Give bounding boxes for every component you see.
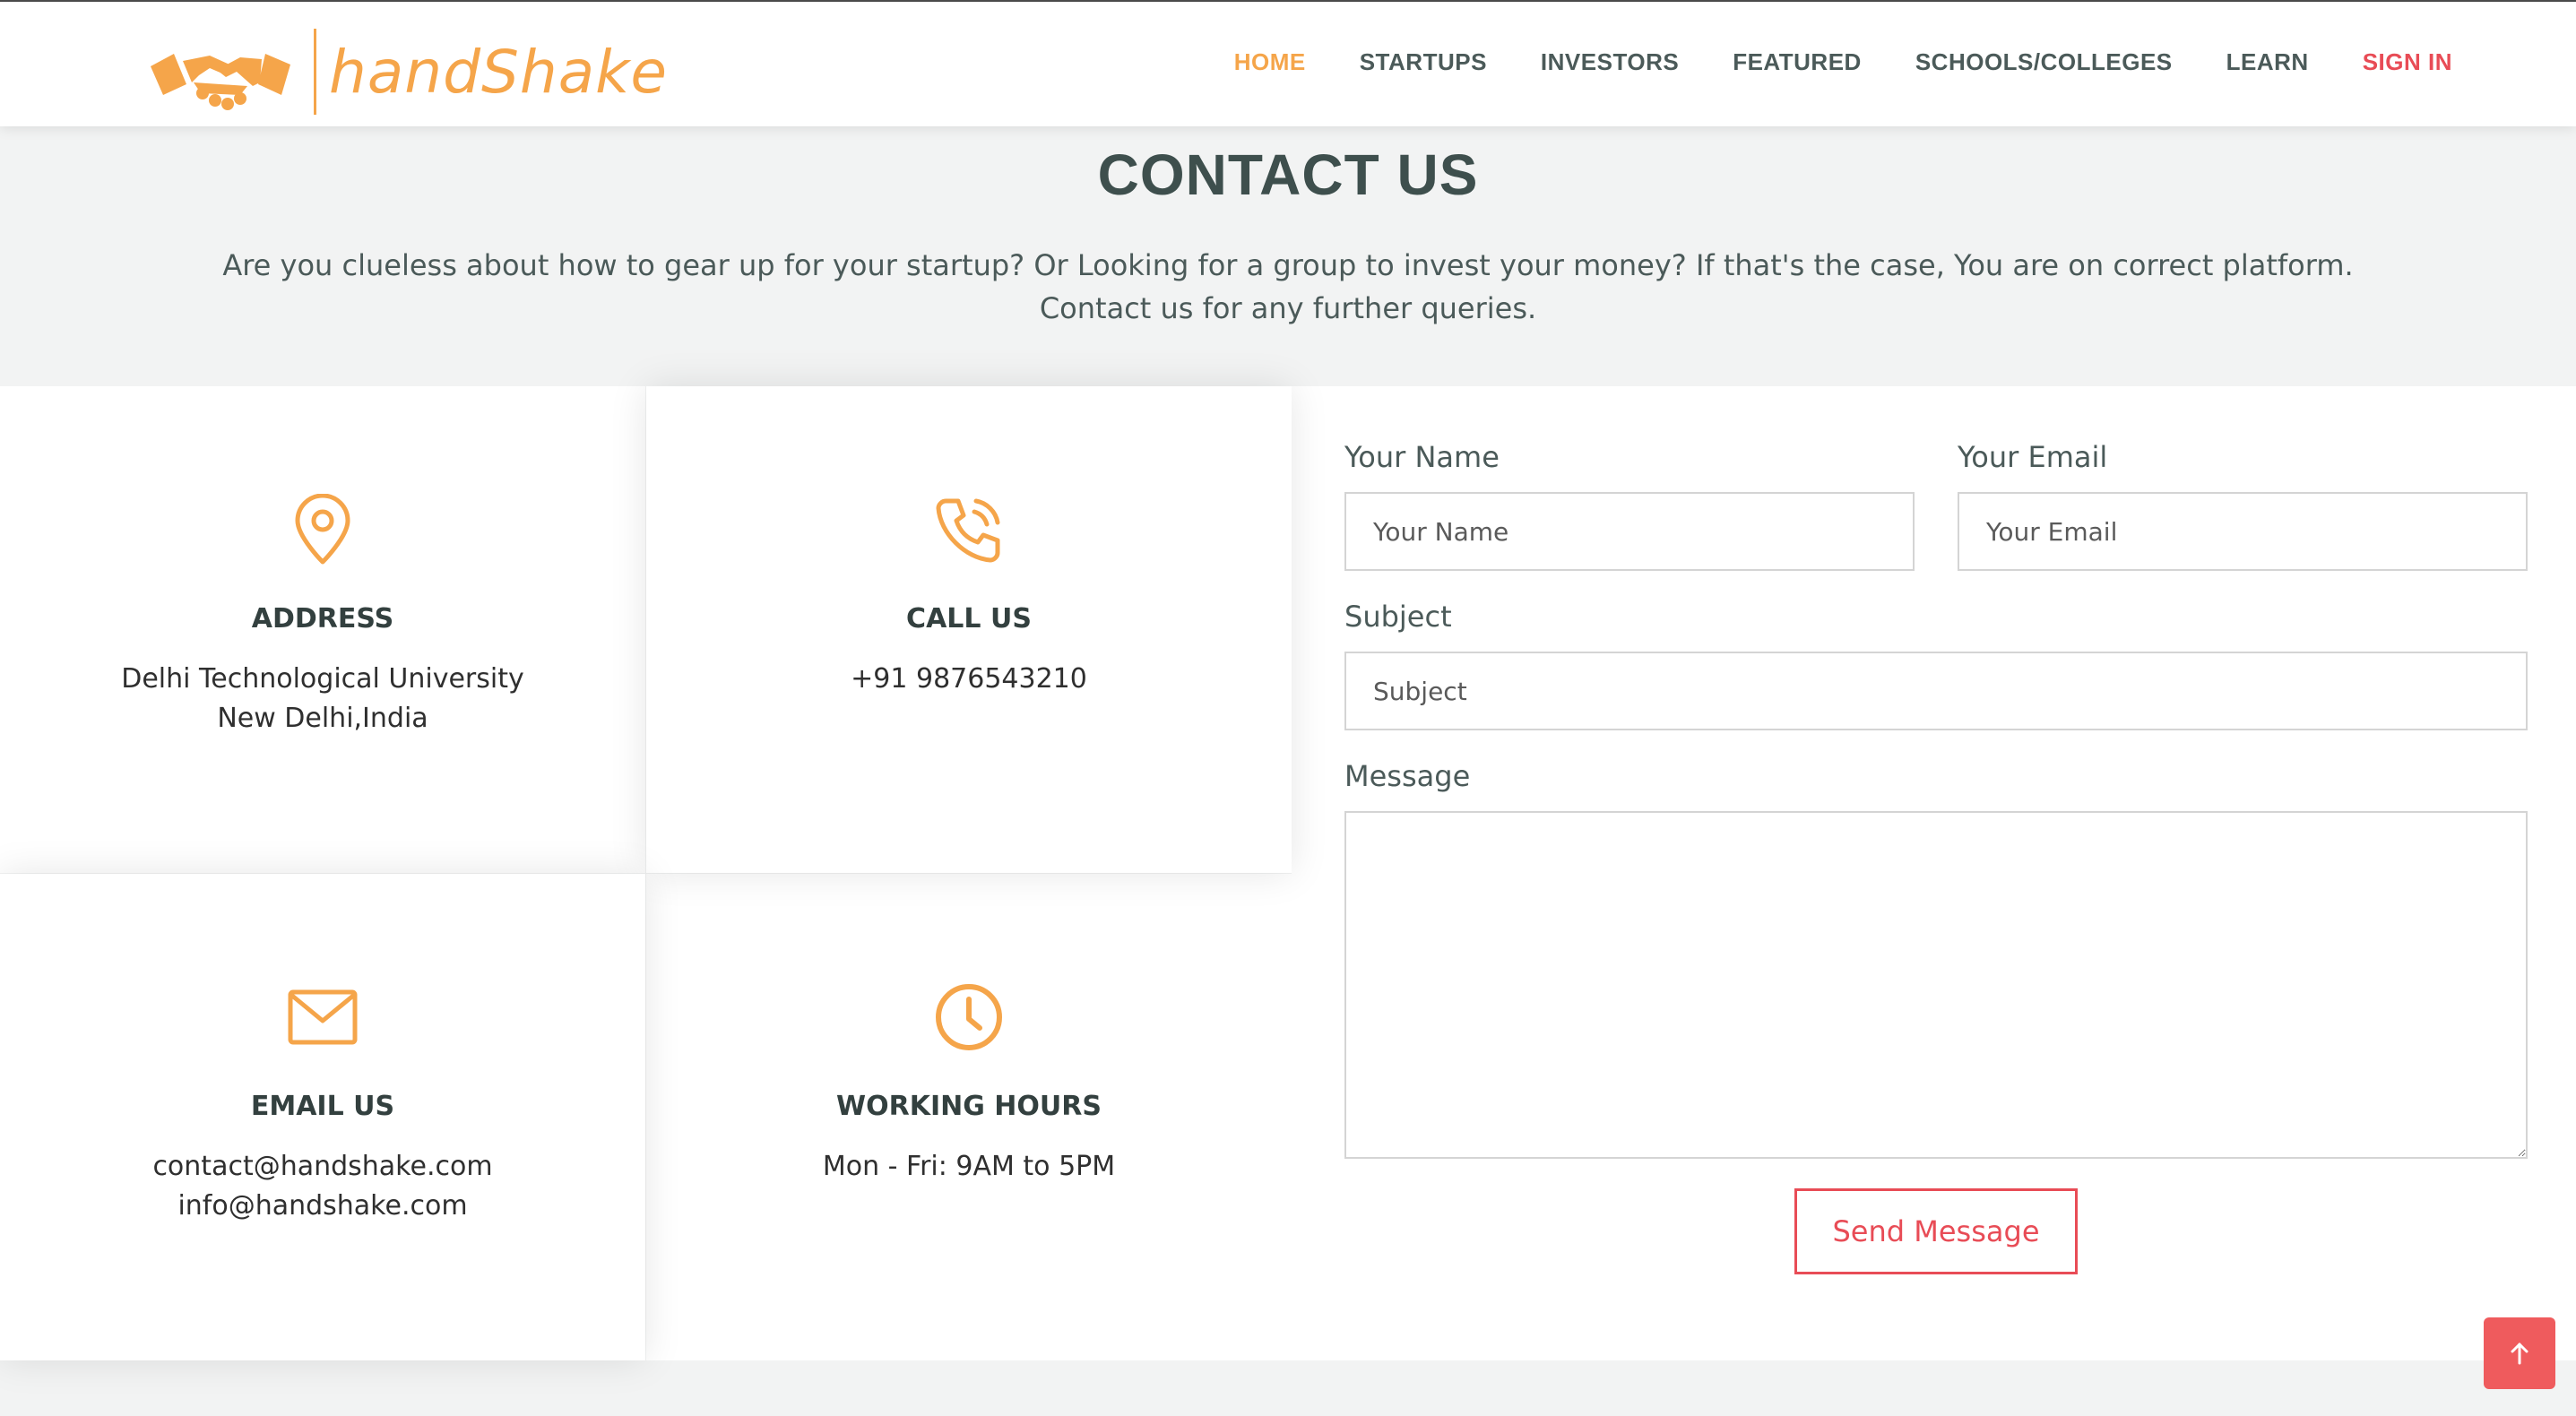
email-address[interactable]: contact@handshake.com — [0, 1147, 645, 1187]
nav-featured[interactable]: FEATURED — [1733, 48, 1862, 76]
logo-divider — [314, 29, 316, 115]
brand-logo[interactable]: handShake — [147, 29, 668, 115]
address-line: Delhi Technological University — [121, 663, 524, 695]
email-input[interactable] — [1958, 492, 2528, 571]
email-lines: contact@handshake.com info@handshake.com — [0, 1147, 645, 1226]
hours-title: WORKING HOURS — [836, 1091, 1102, 1122]
hours-card: WORKING HOURS Mon - Fri: 9AM to 5PM — [646, 874, 1292, 1360]
brand-name: handShake — [329, 37, 668, 107]
phone-icon — [936, 498, 1000, 563]
map-pin-icon — [295, 494, 350, 565]
address-title: ADDRESS — [251, 603, 394, 635]
page-title: CONTACT US — [1097, 142, 1479, 207]
handshake-icon — [151, 54, 290, 110]
main-nav: HOME STARTUPS INVESTORS FEATURED SCHOOLS… — [1180, 48, 2452, 76]
nav-investors[interactable]: INVESTORS — [1541, 48, 1679, 76]
hours-line: Mon - Fri: 9AM to 5PM — [822, 1151, 1116, 1182]
message-label: Message — [1344, 759, 1471, 793]
call-card: CALL US +91 9876543210 — [646, 386, 1292, 873]
address-lines: Delhi Technological University New Delhi… — [0, 660, 645, 738]
page-intro: Are you clueless about how to gear up fo… — [222, 248, 2354, 325]
nav-sign-in[interactable]: SIGN IN — [2363, 48, 2452, 76]
call-lines: +91 9876543210 — [646, 660, 1292, 699]
arrow-up-icon — [2511, 1343, 2528, 1365]
nav-learn[interactable]: LEARN — [2226, 48, 2309, 76]
subject-input[interactable] — [1344, 652, 2528, 730]
site-header: handShake HOME STARTUPS INVESTORS FEATUR… — [0, 0, 2576, 126]
nav-startups[interactable]: STARTUPS — [1360, 48, 1487, 76]
back-to-top-button[interactable] — [2484, 1317, 2555, 1389]
subject-label: Subject — [1344, 600, 1452, 634]
clock-icon — [936, 984, 1002, 1050]
name-input[interactable] — [1344, 492, 1915, 571]
nav-schools-colleges[interactable]: SCHOOLS/COLLEGES — [1915, 48, 2173, 76]
send-message-button[interactable]: Send Message — [1794, 1188, 2078, 1274]
contact-info-grid: ADDRESS Delhi Technological University N… — [0, 386, 1292, 1360]
contact-form: Your Name Your Email Subject Message Sen… — [1292, 386, 2576, 1360]
envelope-icon — [288, 989, 358, 1045]
hours-lines: Mon - Fri: 9AM to 5PM — [646, 1147, 1292, 1187]
email-address[interactable]: info@handshake.com — [0, 1187, 645, 1226]
call-title: CALL US — [906, 603, 1032, 635]
name-label: Your Name — [1344, 440, 1500, 474]
email-title: EMAIL US — [250, 1091, 395, 1122]
address-line: New Delhi,India — [217, 703, 428, 734]
email-label: Your Email — [1958, 440, 2108, 474]
nav-home[interactable]: HOME — [1234, 48, 1306, 76]
address-card: ADDRESS Delhi Technological University N… — [0, 386, 645, 873]
phone-number[interactable]: +91 9876543210 — [646, 660, 1292, 699]
message-textarea[interactable] — [1344, 811, 2528, 1159]
email-card: EMAIL US contact@handshake.com info@hand… — [0, 874, 645, 1360]
